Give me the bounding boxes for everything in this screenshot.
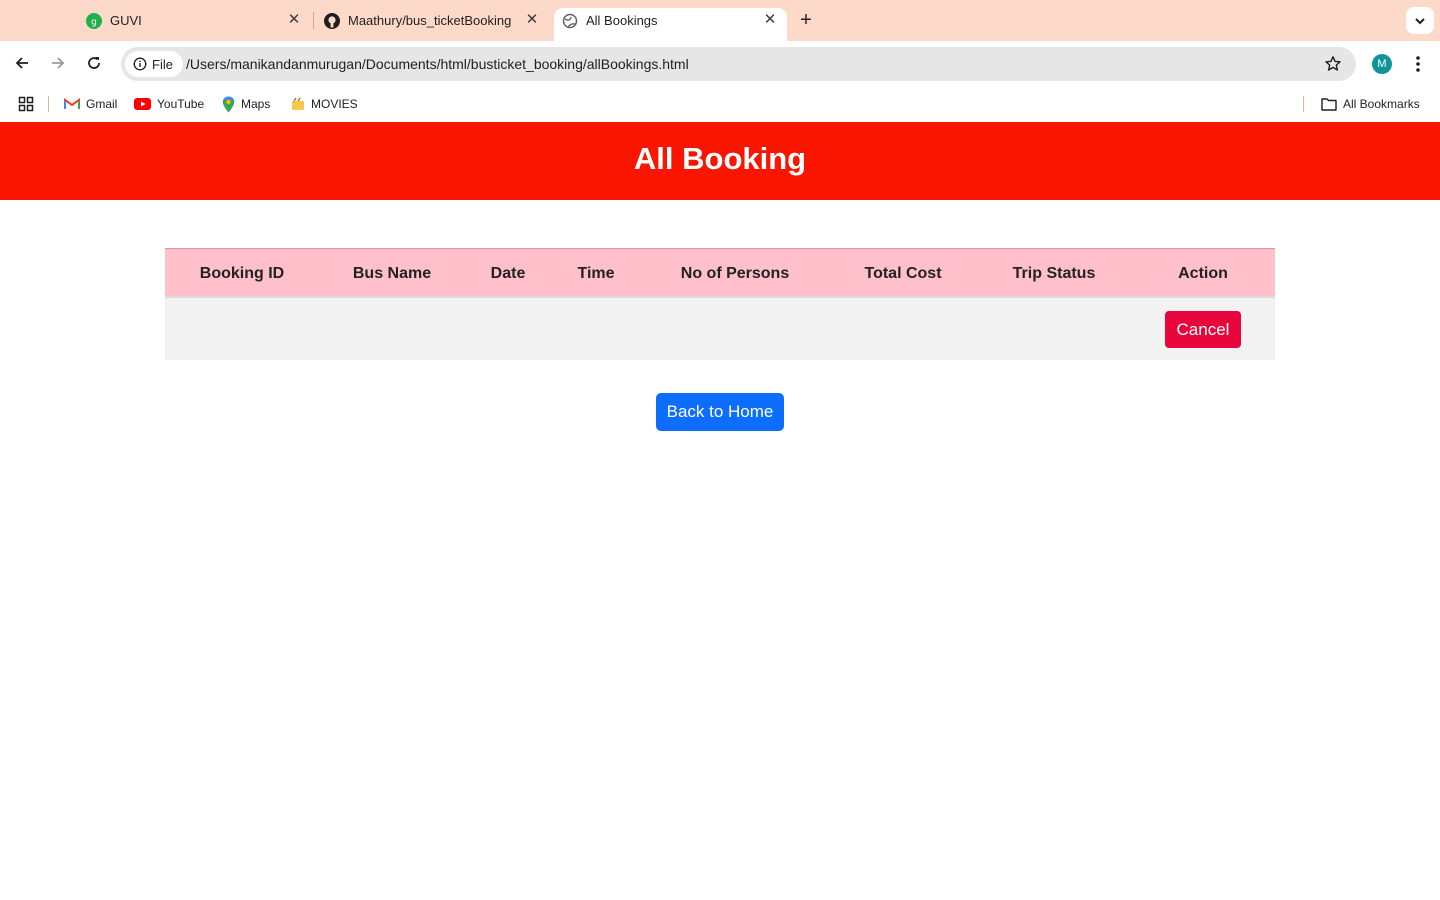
movies-icon — [292, 97, 304, 110]
guvi-icon: g — [86, 13, 102, 29]
column-header-trip-status: Trip Status — [1012, 265, 1096, 282]
bookmark-label: MOVIES — [311, 97, 358, 111]
tab-title: GUVI — [110, 13, 142, 28]
address-bar[interactable]: File /Users/manikandanmurugan/Documents/… — [121, 47, 1356, 81]
bookmark-label: Gmail — [86, 97, 118, 111]
column-header-total-cost: Total Cost — [864, 265, 942, 282]
column-header-booking-id: Booking ID — [199, 265, 285, 282]
forward-button[interactable] — [47, 52, 69, 74]
all-bookmarks-button[interactable]: All Bookmarks — [1321, 95, 1420, 113]
bookmark-gmail[interactable]: Gmail — [64, 95, 117, 113]
github-icon — [324, 13, 340, 29]
all-bookmarks-label: All Bookmarks — [1343, 97, 1420, 111]
folder-icon — [1321, 98, 1337, 111]
info-icon — [133, 57, 147, 71]
tab-strip: g GUVI ✕ Maathury/bus_ticketBooking ✕ Al… — [0, 0, 1440, 41]
site-info-chip[interactable]: File — [125, 51, 183, 77]
bookmarks-divider — [48, 96, 49, 112]
back-to-home-button[interactable]: Back to Home — [656, 393, 784, 431]
apps-grid-icon — [18, 96, 34, 112]
column-header-time: Time — [577, 265, 615, 282]
close-icon[interactable]: ✕ — [524, 12, 540, 28]
bookmark-youtube[interactable]: YouTube — [134, 95, 204, 113]
bookmarks-divider — [1303, 96, 1304, 112]
bookmark-maps[interactable]: Maps — [222, 95, 270, 113]
site-info-label: File — [152, 56, 173, 72]
tab-search-button[interactable] — [1406, 7, 1434, 34]
bookmark-movies[interactable]: MOVIES — [291, 95, 358, 113]
svg-text:g: g — [91, 18, 97, 28]
avatar[interactable]: M — [1372, 54, 1392, 74]
column-header-bus-name: Bus Name — [352, 265, 432, 282]
bookmark-label: YouTube — [157, 97, 205, 111]
tab-title: All Bookings — [586, 13, 658, 28]
table-row: Cancel — [165, 298, 1275, 360]
tab-all-bookings[interactable]: All Bookings ✕ — [562, 0, 782, 41]
maps-icon — [222, 96, 235, 112]
close-icon[interactable]: ✕ — [762, 12, 778, 28]
url-text[interactable]: /Users/manikandanmurugan/Documents/html/… — [186, 56, 689, 73]
bookmarks-bar: Gmail YouTube Maps MOVIES All Bookmarks — [0, 86, 1440, 122]
arrow-right-icon — [52, 57, 65, 69]
tab-guvi[interactable]: g GUVI ✕ — [86, 0, 306, 41]
arrow-left-icon — [15, 57, 28, 69]
tab-title: Maathury/bus_ticketBooking — [348, 13, 512, 28]
column-header-date: Date — [490, 265, 526, 282]
cancel-button[interactable]: Cancel — [1165, 311, 1241, 348]
apps-button[interactable] — [18, 95, 34, 113]
tab-divider — [313, 12, 314, 29]
tab-github[interactable]: Maathury/bus_ticketBooking ✕ — [324, 0, 546, 41]
bookmark-label: Maps — [241, 97, 271, 111]
page-header: All Booking — [0, 122, 1440, 200]
back-button[interactable] — [11, 52, 33, 74]
page-title: All Booking — [633, 141, 807, 176]
youtube-icon — [134, 98, 151, 110]
table-header-row: Booking ID Bus Name Date Time No of Pers… — [165, 248, 1275, 298]
reload-button[interactable] — [83, 52, 105, 74]
reload-icon — [88, 57, 100, 69]
column-header-persons: No of Persons — [680, 265, 790, 282]
browser-toolbar: File /Users/manikandanmurugan/Documents/… — [0, 41, 1440, 86]
star-icon[interactable] — [1324, 55, 1342, 73]
chevron-down-icon — [1415, 17, 1425, 24]
column-header-action: Action — [1178, 265, 1228, 282]
globe-icon — [562, 13, 578, 29]
more-menu-icon[interactable] — [1409, 54, 1427, 74]
gmail-icon — [64, 98, 80, 109]
new-tab-icon[interactable]: + — [796, 10, 816, 30]
close-icon[interactable]: ✕ — [286, 12, 302, 28]
